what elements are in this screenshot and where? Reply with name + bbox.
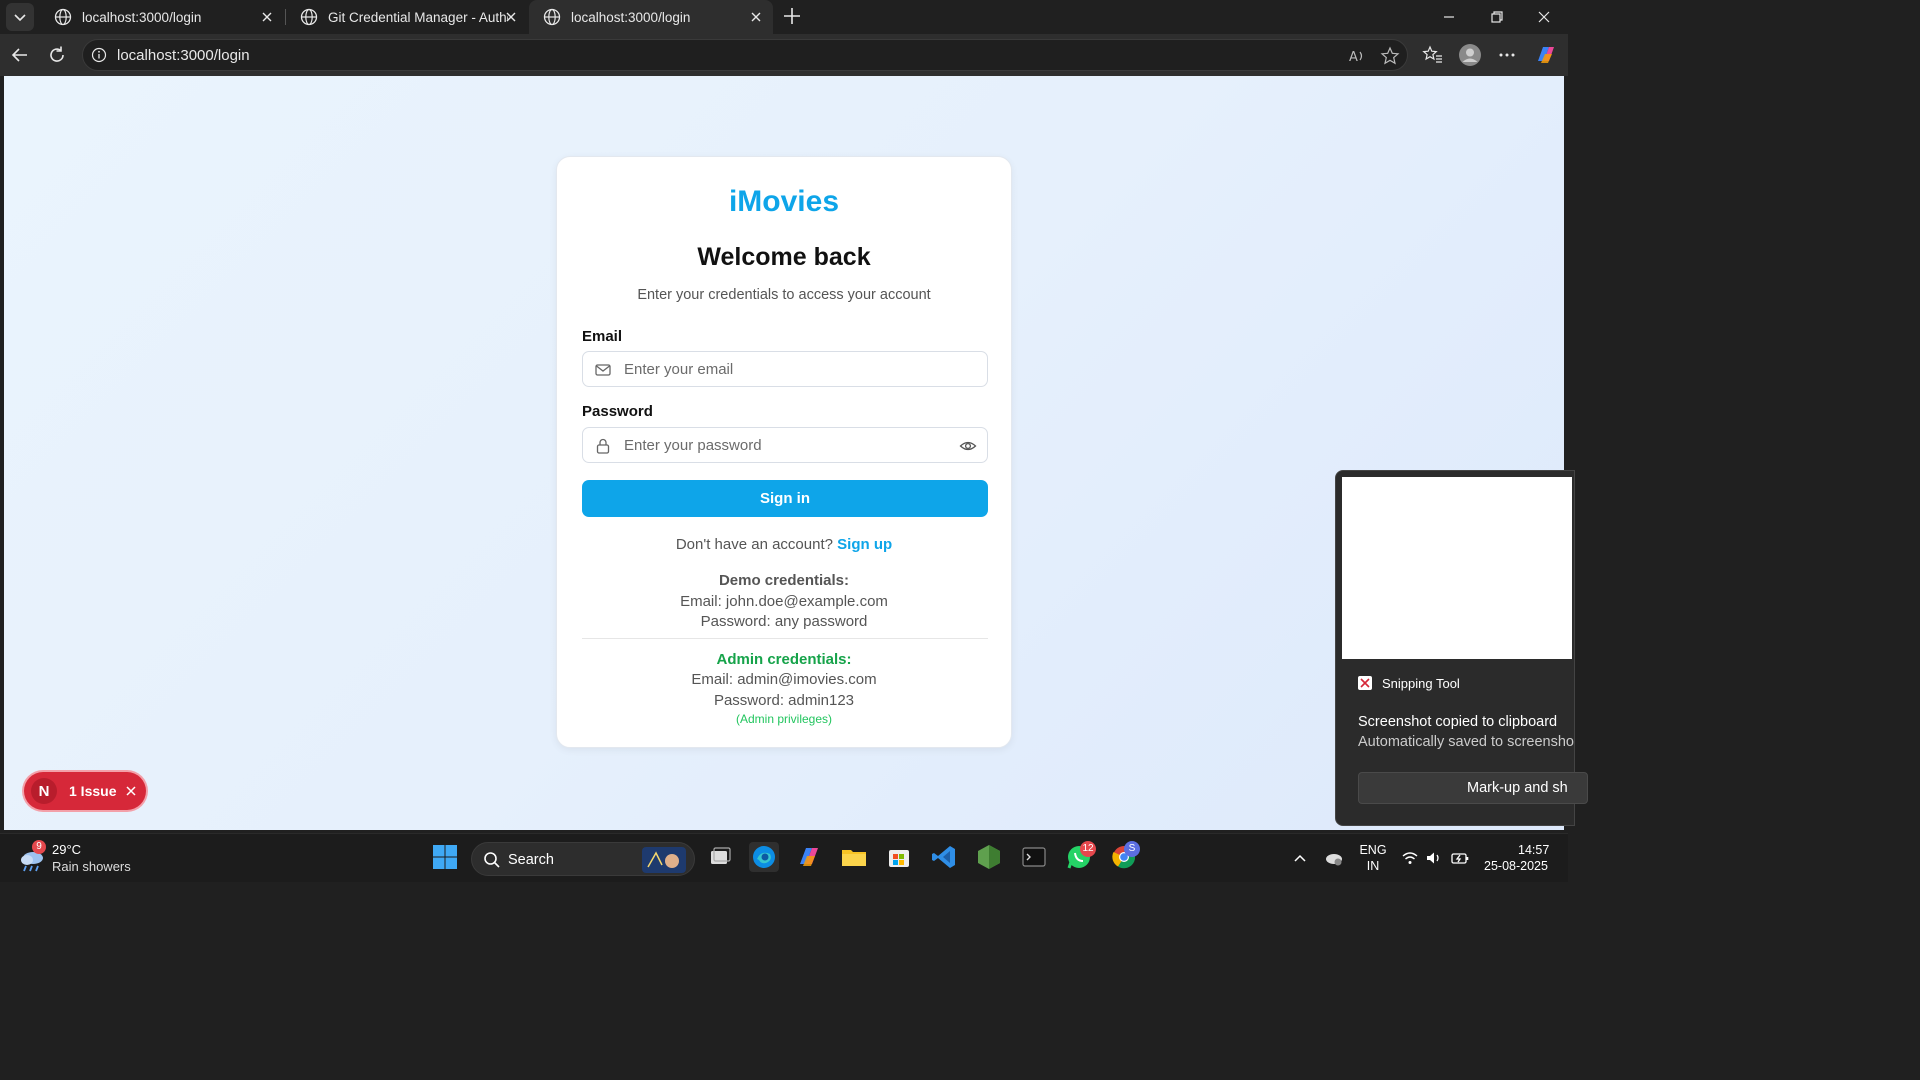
task-view-icon[interactable] [705,842,735,872]
password-label: Password [582,403,653,420]
tab-title: localhost:3000/login [571,9,691,25]
notification-title: Screenshot copied to clipboard [1358,714,1558,730]
email-placeholder: Enter your email [624,361,734,378]
onedrive-icon[interactable] [1323,848,1345,868]
admin-credentials-title: Admin credentials: [716,651,852,668]
profile-avatar-icon[interactable] [1458,43,1482,67]
password-placeholder: Enter your password [624,437,762,454]
login-card: iMovies Welcome back Enter your credenti… [556,156,1012,748]
chrome-profile-badge: S [1124,841,1140,857]
page-subtitle: Enter your credentials to access your ac… [637,287,931,303]
nodejs-icon[interactable] [974,842,1004,872]
tab-list-button[interactable] [6,3,34,31]
screenshot-preview[interactable] [1342,477,1572,659]
globe-icon [300,8,318,26]
tab-title: localhost:3000/login [82,9,202,25]
no-account-text: Don't have an account? [675,536,833,553]
eye-icon[interactable] [959,437,977,455]
url-text[interactable]: localhost:3000/login [117,47,250,64]
brand-logo[interactable]: iMovies [557,185,1011,219]
new-tab-plus-icon[interactable] [781,5,803,27]
copilot-app-icon[interactable] [794,842,824,872]
close-icon[interactable] [125,785,137,797]
file-explorer-icon[interactable] [839,842,869,872]
address-bar[interactable]: localhost:3000/login A [82,39,1408,71]
tab-title: Git Credential Manager - Authent [328,9,508,25]
lock-icon [596,438,610,454]
markup-and-share-button[interactable]: Mark-up and sh [1358,772,1588,804]
sign-up-link[interactable]: Sign up [837,536,892,553]
admin-email: Email: admin@imovies.com [691,671,877,688]
reload-icon[interactable] [46,44,68,66]
close-icon[interactable] [749,10,763,24]
weather-alert-badge: 9 [32,840,46,854]
battery-icon[interactable] [1450,849,1470,867]
taskbar-search[interactable]: Search [471,842,695,876]
terminal-icon[interactable] [1019,842,1049,872]
email-field[interactable]: Enter your email [582,351,988,387]
tab-git-credential-manager[interactable]: Git Credential Manager - Authent [286,0,528,34]
svg-text:A: A [1349,50,1358,65]
restore-icon[interactable] [1488,8,1506,26]
globe-icon [54,8,72,26]
notification-app: Snipping Tool [1356,674,1460,692]
clock-time[interactable]: 14:57 [1478,843,1588,857]
page-viewport: iMovies Welcome back Enter your credenti… [4,76,1564,830]
mail-icon [595,364,611,376]
windows-taskbar: 9 29°C Rain showers Search 12 S ENG IN 1… [0,833,1568,882]
edge-browser-icon[interactable] [749,842,779,872]
notification-app-name: Snipping Tool [1382,675,1460,691]
input-language[interactable]: ENG [1358,843,1388,857]
temperature: 29°C [52,842,82,857]
password-field[interactable]: Enter your password [582,427,988,463]
globe-icon [543,8,561,26]
volume-icon[interactable] [1425,849,1443,867]
notification-subtitle: Automatically saved to screensho [1358,734,1574,750]
signup-prompt: Don't have an account? Sign up [557,536,1011,553]
snipping-tool-notification[interactable]: Snipping Tool Screenshot copied to clipb… [1335,470,1588,826]
demo-email: Email: john.doe@example.com [680,593,888,610]
close-window-icon[interactable] [1535,8,1553,26]
issue-count-label[interactable]: 1 Issue [69,783,116,799]
tab-localhost-active[interactable]: localhost:3000/login [529,0,773,34]
wifi-icon[interactable] [1401,849,1419,867]
whatsapp-unread-badge: 12 [1080,841,1096,857]
weather-condition: Rain showers [52,859,131,874]
close-icon[interactable] [260,10,274,24]
page-title: Welcome back [697,243,871,271]
demo-password: Password: any password [700,613,868,630]
demo-credentials-title: Demo credentials: [718,572,850,589]
search-highlight-icon [642,847,686,873]
search-icon [484,852,500,868]
email-label: Email [582,328,623,345]
more-options-icon[interactable] [1496,44,1518,66]
read-aloud-icon[interactable]: A [1347,46,1367,66]
nextjs-logo-icon: N [31,778,57,804]
divider [582,638,988,639]
favorites-icon[interactable] [1422,44,1444,66]
search-label: Search [508,852,554,868]
sign-in-button[interactable]: Sign in [582,480,988,517]
tab-localhost-1[interactable]: localhost:3000/login [40,0,284,34]
clock-date[interactable]: 25-08-2025 [1484,859,1564,873]
browser-toolbar: localhost:3000/login A [0,34,1568,76]
browser-tab-strip: localhost:3000/login Git Credential Mana… [0,0,1568,34]
snipping-tool-icon [1358,676,1372,690]
dev-issues-badge[interactable]: N 1 Issue [24,772,146,810]
favorite-star-icon[interactable] [1380,46,1400,66]
close-icon[interactable] [504,10,518,24]
minimize-icon[interactable] [1440,8,1458,26]
microsoft-store-icon[interactable] [884,842,914,872]
admin-password: Password: admin123 [713,692,855,709]
copilot-icon[interactable] [1533,42,1559,68]
chevron-up-icon[interactable] [1292,850,1308,866]
info-icon[interactable] [91,47,107,63]
input-region[interactable]: IN [1358,859,1388,873]
chevron-down-icon [14,14,26,22]
admin-privileges-note: (Admin privileges) [735,712,833,726]
weather-widget[interactable]: 9 29°C Rain showers [18,840,148,878]
windows-start-icon[interactable] [430,842,460,872]
vscode-icon[interactable] [929,842,959,872]
back-arrow-icon[interactable] [9,44,31,66]
